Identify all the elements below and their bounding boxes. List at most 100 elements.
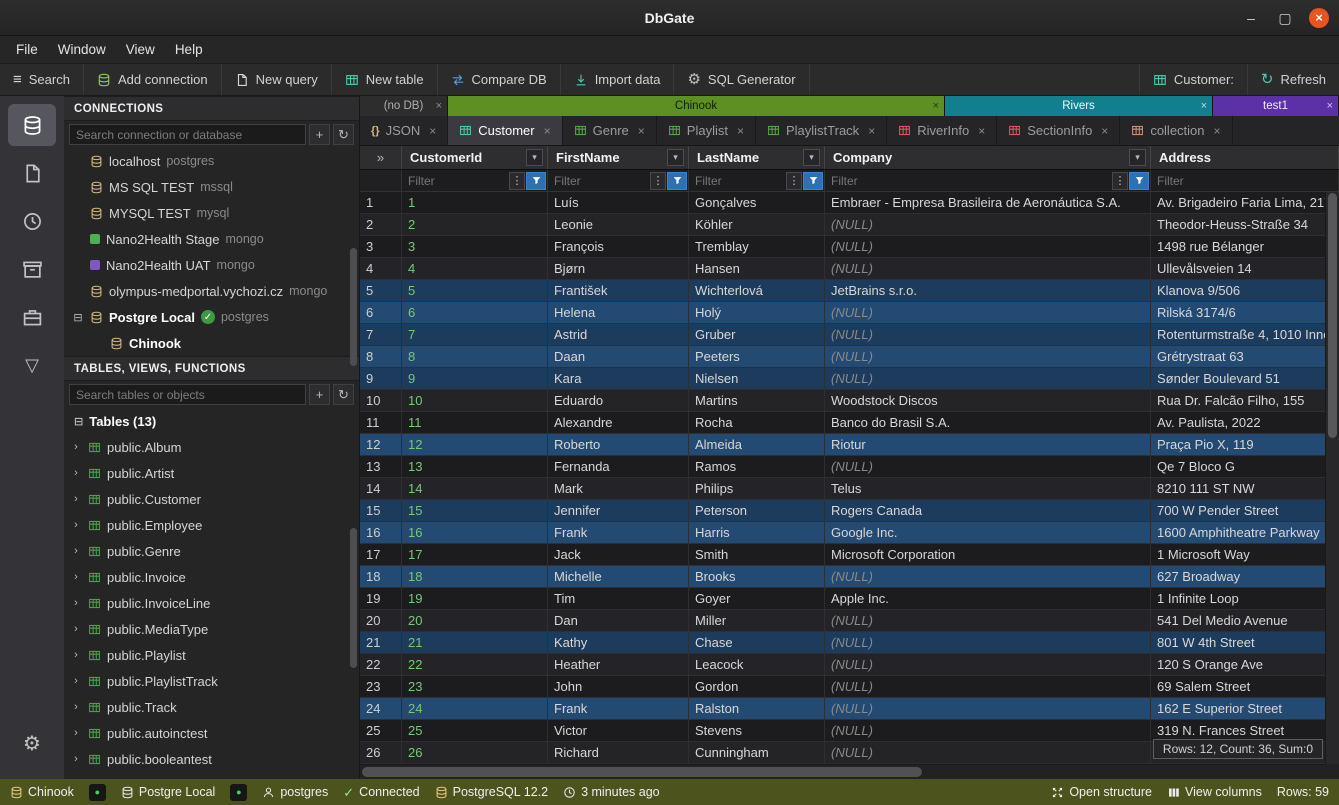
cell-lastname[interactable]: Holý [689,302,825,323]
cell-firstname[interactable]: Kara [548,368,689,389]
add-table-small-button[interactable]: + [309,384,330,405]
row-number[interactable]: 25 [360,720,402,741]
cell-address[interactable]: Qe 7 Bloco G [1151,456,1339,477]
cell-company[interactable]: Embraer - Empresa Brasileira de Aeronáut… [825,192,1151,213]
cell-company[interactable]: (NULL) [825,610,1151,631]
cell-address[interactable]: Av. Brigadeiro Faria Lima, 2170 [1151,192,1339,213]
status-postgre-local[interactable]: Postgre Local [121,785,215,799]
row-number[interactable]: 14 [360,478,402,499]
toolbar-customer-button[interactable]: Customer: [1139,64,1247,95]
status-view-columns[interactable]: View columns [1167,785,1262,799]
row-number[interactable]: 10 [360,390,402,411]
kebab-menu-icon[interactable]: ⋮ [509,172,525,190]
filter-funnel-button[interactable] [526,172,546,190]
chevron-right-icon[interactable]: › [70,441,82,453]
cell-company[interactable]: Google Inc. [825,522,1151,543]
close-icon[interactable]: × [1214,124,1221,138]
cell-customerid[interactable]: 6 [402,302,548,323]
chevron-down-icon[interactable]: ▾ [1129,149,1146,166]
cell-firstname[interactable]: John [548,676,689,697]
cell-customerid[interactable]: 25 [402,720,548,741]
row-number[interactable]: 23 [360,676,402,697]
filter-input[interactable]: Filter [402,174,509,188]
cell-firstname[interactable]: Victor [548,720,689,741]
filter-funnel-button[interactable] [1129,172,1149,190]
chevron-down-icon[interactable]: ▾ [803,149,820,166]
row-number[interactable]: 17 [360,544,402,565]
cell-customerid[interactable]: 13 [402,456,548,477]
menu-file[interactable]: File [6,36,48,64]
cell-customerid[interactable]: 4 [402,258,548,279]
cell-company[interactable]: (NULL) [825,698,1151,719]
cell-lastname[interactable]: Rocha [689,412,825,433]
close-icon[interactable]: × [429,124,436,138]
cell-customerid[interactable]: 19 [402,588,548,609]
chevron-right-icon[interactable]: › [70,701,82,713]
table-item-public-track[interactable]: ›public.Track [64,694,359,720]
row-number[interactable]: 8 [360,346,402,367]
cell-address[interactable]: 69 Salem Street [1151,676,1339,697]
cell-customerid[interactable]: 21 [402,632,548,653]
refresh-connections-button[interactable]: ↻ [333,124,354,145]
connections-search-input[interactable] [69,124,306,145]
tab-playlisttrack[interactable]: PlaylistTrack× [756,116,887,145]
db-tab-chinook[interactable]: Chinook× [448,96,945,116]
cell-address[interactable]: 700 W Pender Street [1151,500,1339,521]
minimize-button[interactable]: – [1241,8,1261,28]
cell-address[interactable]: Rotenturmstraße 4, 1010 Innere Stadt [1151,324,1339,345]
filter-cell-firstname[interactable]: Filter⋮ [548,170,689,191]
row-number[interactable]: 12 [360,434,402,455]
close-icon[interactable]: × [737,124,744,138]
cell-lastname[interactable]: Miller [689,610,825,631]
row-number[interactable]: 1 [360,192,402,213]
status-postgresql-12-2[interactable]: PostgreSQL 12.2 [435,785,548,799]
cell-customerid[interactable]: 9 [402,368,548,389]
status-chinook[interactable]: Chinook [10,785,74,799]
cell-address[interactable]: 1498 rue Bélanger [1151,236,1339,257]
chevron-right-icon[interactable]: › [70,571,82,583]
menu-window[interactable]: Window [48,36,116,64]
tab-json[interactable]: {}JSON× [360,116,448,145]
cell-address[interactable]: Ullevålsveien 14 [1151,258,1339,279]
toolbar-refresh-button[interactable]: ↻Refresh [1247,64,1339,95]
cell-company[interactable]: (NULL) [825,236,1151,257]
row-number[interactable]: 20 [360,610,402,631]
cell-customerid[interactable]: 5 [402,280,548,301]
row-number[interactable]: 16 [360,522,402,543]
close-icon[interactable]: × [978,124,985,138]
column-header-address[interactable]: Address [1151,146,1339,169]
status-indicator[interactable]: ● [89,784,106,801]
row-number[interactable]: 21 [360,632,402,653]
row-number[interactable]: 15 [360,500,402,521]
cell-firstname[interactable]: Fernanda [548,456,689,477]
table-item-public-autoinctest[interactable]: ›public.autoinctest [64,720,359,746]
row-number[interactable]: 18 [360,566,402,587]
add-connection-small-button[interactable]: + [309,124,330,145]
cell-lastname[interactable]: Gordon [689,676,825,697]
row-number[interactable]: 9 [360,368,402,389]
close-icon[interactable]: × [436,100,442,112]
filter-funnel-button[interactable] [667,172,687,190]
toolbar-search-button[interactable]: ≡Search [0,64,84,95]
cell-lastname[interactable]: Harris [689,522,825,543]
cell-lastname[interactable]: Gonçalves [689,192,825,213]
cell-lastname[interactable]: Goyer [689,588,825,609]
kebab-menu-icon[interactable]: ⋮ [650,172,666,190]
cell-company[interactable]: (NULL) [825,566,1151,587]
toolbar-new-table-button[interactable]: New table [332,64,438,95]
tab-playlist[interactable]: Playlist× [657,116,756,145]
chevron-right-icon[interactable]: › [70,519,82,531]
filter-cell-company[interactable]: Filter⋮ [825,170,1151,191]
cell-company[interactable]: (NULL) [825,456,1151,477]
cell-lastname[interactable]: Leacock [689,654,825,675]
connection-item-ms-sql-test[interactable]: MS SQL TESTmssql [64,174,359,200]
cell-firstname[interactable]: Kathy [548,632,689,653]
connection-item-nano2health-uat[interactable]: Nano2Health UATmongo [64,252,359,278]
table-item-public-playlisttrack[interactable]: ›public.PlaylistTrack [64,668,359,694]
cell-address[interactable]: Praça Pio X, 119 [1151,434,1339,455]
activity-archive-button[interactable] [8,248,56,290]
filter-funnel-button[interactable] [803,172,823,190]
chevron-right-icon[interactable]: › [70,727,82,739]
table-item-public-invoice[interactable]: ›public.Invoice [64,564,359,590]
cell-firstname[interactable]: Leonie [548,214,689,235]
